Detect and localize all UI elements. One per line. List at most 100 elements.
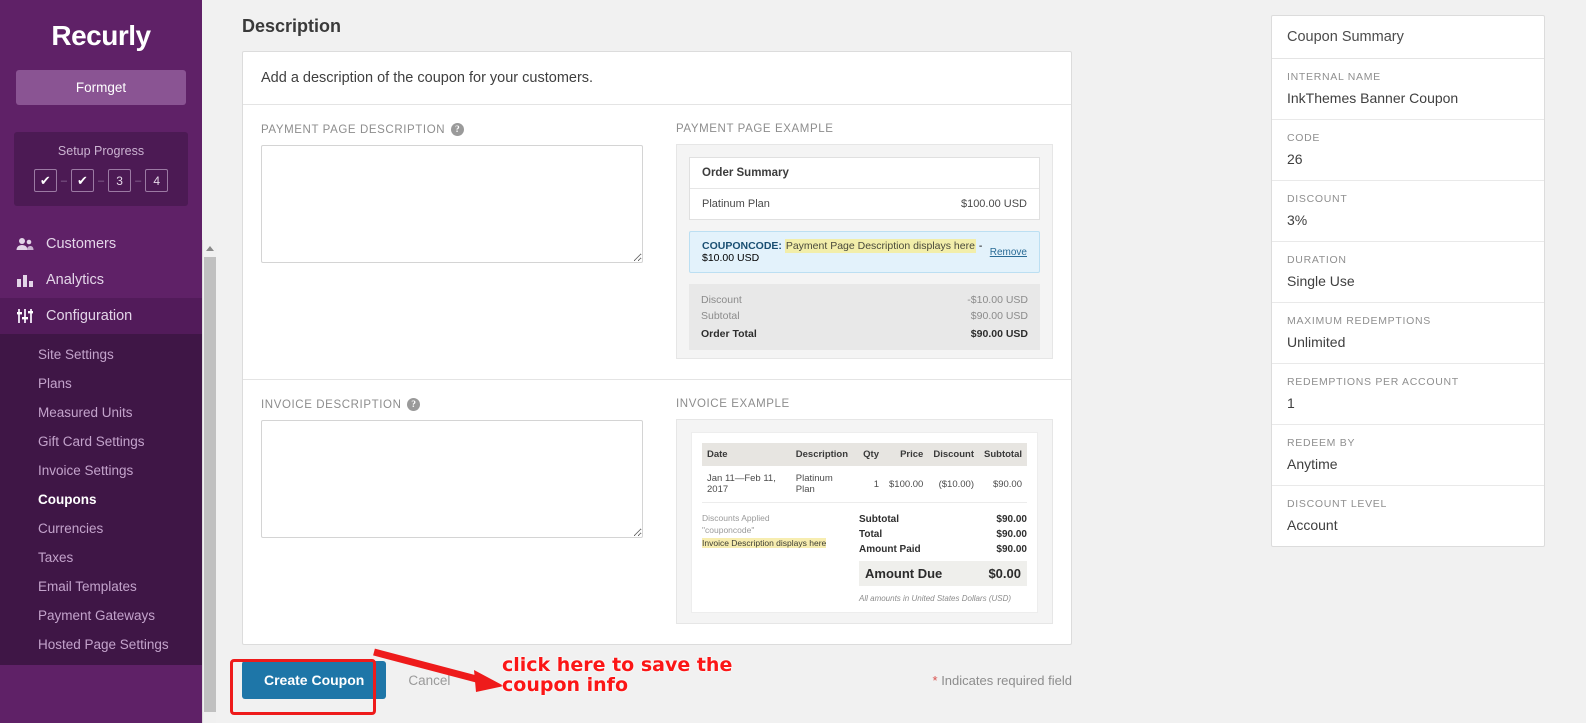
setup-step-1[interactable]: ✔	[33, 169, 57, 192]
sidebar-item-label: Analytics	[46, 272, 105, 288]
sidebar-item-coupons[interactable]: Coupons	[0, 485, 202, 514]
sidebar-item-site-settings[interactable]: Site Settings	[0, 340, 202, 369]
payment-page-preview: Order Summary Platinum Plan $100.00 USD …	[676, 144, 1053, 359]
sidebar-item-email-templates[interactable]: Email Templates	[0, 572, 202, 601]
summary-row-discount-level: DISCOUNT LEVEL Account	[1272, 486, 1544, 546]
help-icon[interactable]: ?	[451, 123, 465, 136]
setup-step-4[interactable]: 4	[145, 169, 169, 192]
setup-progress-steps: ✔ – ✔ – 3 – 4	[22, 169, 180, 192]
summary-row-redemptions-per-account: REDEMPTIONS PER ACCOUNT 1	[1272, 364, 1544, 425]
summary-value: 3%	[1287, 212, 1308, 228]
total-row-order-total: Order Total $90.00 USD	[701, 324, 1028, 342]
payment-example-column: PAYMENT PAGE EXAMPLE Order Summary Plati…	[676, 123, 1053, 359]
step-separator: –	[135, 174, 142, 187]
summary-row-code: CODE 26	[1272, 120, 1544, 181]
total-label: Amount Paid	[859, 544, 921, 555]
help-icon[interactable]: ?	[407, 398, 421, 411]
summary-row-discount: DISCOUNT 3%	[1272, 181, 1544, 242]
sidebar-item-measured-units[interactable]: Measured Units	[0, 398, 202, 427]
summary-label: MAXIMUM REDEMPTIONS	[1287, 315, 1431, 327]
invoice-example-column: INVOICE EXAMPLE Date Description Qty Pri…	[676, 398, 1053, 624]
summary-label: INTERNAL NAME	[1287, 71, 1381, 83]
total-label: Total	[859, 529, 883, 540]
summary-value: 26	[1287, 151, 1303, 167]
order-plan-price: $100.00 USD	[960, 198, 1027, 210]
sidebar-item-plans[interactable]: Plans	[0, 369, 202, 398]
summary-value: 1	[1287, 395, 1295, 411]
total-row-discount: Discount -$10.00 USD	[701, 292, 1028, 308]
create-coupon-button[interactable]: Create Coupon	[242, 661, 387, 699]
summary-label: DISCOUNT	[1287, 193, 1348, 205]
sidebar-item-customers[interactable]: Customers	[0, 226, 202, 262]
invoice-col-date: Date	[702, 443, 791, 466]
setup-progress-title: Setup Progress	[57, 144, 145, 158]
sidebar-item-hosted-page-settings[interactable]: Hosted Page Settings	[0, 630, 202, 659]
form-actions: Create Coupon Cancel * Indicates require…	[242, 661, 1072, 699]
people-icon	[14, 236, 36, 252]
invoice-example-label: INVOICE EXAMPLE	[676, 398, 790, 410]
order-summary-title: Order Summary	[690, 158, 1039, 189]
setup-step-3[interactable]: 3	[108, 169, 132, 192]
setup-step-2[interactable]: ✔	[70, 169, 94, 192]
organization-button[interactable]: Formget	[16, 70, 186, 105]
amount-due-label: Amount Due	[865, 566, 943, 581]
app-root: Recurly Formget Setup Progress ✔ – ✔ – 3…	[0, 0, 1586, 723]
invoice-amount-due: Amount Due $0.00	[859, 561, 1027, 586]
primary-nav: Customers Analytics Configuration	[0, 226, 202, 334]
sidebar-item-gift-card-settings[interactable]: Gift Card Settings	[0, 427, 202, 456]
total-label: Subtotal	[701, 310, 740, 322]
summary-label: REDEEM BY	[1287, 437, 1356, 449]
cell-description: Platinum Plan	[790, 466, 859, 503]
total-value: $90.00 USD	[970, 310, 1028, 322]
coupon-description-highlight: Payment Page Description displays here	[784, 239, 976, 253]
order-summary-box: Order Summary Platinum Plan $100.00 USD	[689, 157, 1040, 220]
cell-qty: 1	[858, 466, 884, 503]
sidebar-item-currencies[interactable]: Currencies	[0, 514, 202, 543]
invoice-description-field: INVOICE DESCRIPTION ?	[261, 398, 676, 624]
discounts-code: "couponcode"	[702, 525, 755, 536]
summary-value: Account	[1287, 517, 1338, 533]
amount-due-value: $0.00	[988, 566, 1021, 581]
invoice-total-amount-paid: Amount Paid $90.00	[859, 542, 1027, 557]
total-label: Order Total	[701, 328, 757, 340]
invoice-preview: Date Description Qty Price Discount Subt…	[676, 419, 1053, 624]
total-label: Subtotal	[859, 514, 899, 525]
invoice-col-subtotal: Subtotal	[978, 443, 1027, 466]
sidebar-item-taxes[interactable]: Taxes	[0, 543, 202, 572]
step-separator: –	[97, 174, 105, 187]
payment-description-input[interactable]	[261, 145, 643, 263]
cell-subtotal: $90.00	[978, 466, 1027, 503]
sidebar-item-invoice-settings[interactable]: Invoice Settings	[0, 456, 202, 485]
summary-value: Anytime	[1287, 456, 1338, 472]
invoice-inner: Date Description Qty Price Discount Subt…	[691, 432, 1038, 614]
brand-logo: Recurly	[0, 0, 202, 60]
coupon-remove-link[interactable]: Remove	[990, 247, 1027, 258]
cell-date: Jan 11—Feb 11, 2017	[702, 466, 791, 503]
invoice-description-row: INVOICE DESCRIPTION ? INVOICE EXAMPLE Da…	[243, 379, 1071, 644]
invoice-col-discount: Discount	[928, 443, 979, 466]
invoice-description-highlight: Invoice Description displays here	[702, 537, 827, 548]
invoice-description-label: INVOICE DESCRIPTION ?	[261, 398, 656, 411]
sidebar-item-payment-gateways[interactable]: Payment Gateways	[0, 601, 202, 630]
sidebar-item-label: Configuration	[46, 308, 133, 324]
total-row-subtotal: Subtotal $90.00 USD	[701, 308, 1028, 324]
invoice-totals: Subtotal $90.00 Total $90.00 Amount Paid	[859, 512, 1027, 604]
payment-description-label-text: PAYMENT PAGE DESCRIPTION	[261, 123, 446, 136]
order-line-item: Platinum Plan $100.00 USD	[690, 189, 1039, 219]
order-plan-name: Platinum Plan	[702, 198, 770, 210]
sidebar-item-analytics[interactable]: Analytics	[0, 262, 202, 298]
invoice-col-price: Price	[884, 443, 929, 466]
cancel-button[interactable]: Cancel	[408, 673, 450, 688]
summary-value: InkThemes Banner Coupon	[1287, 90, 1459, 106]
total-value: -$10.00 USD	[967, 294, 1028, 306]
coupon-summary-panel: Coupon Summary INTERNAL NAME InkThemes B…	[1271, 15, 1545, 547]
description-card: Add a description of the coupon for your…	[242, 51, 1072, 645]
sidebar-item-label: Customers	[46, 236, 117, 252]
brand-name: Recurly	[51, 20, 151, 51]
coupon-code-label: COUPONCODE:	[702, 240, 782, 252]
cell-discount: ($10.00)	[928, 466, 979, 503]
sidebar-item-configuration[interactable]: Configuration	[0, 298, 202, 334]
configuration-subnav: Site Settings Plans Measured Units Gift …	[0, 334, 202, 665]
invoice-total-subtotal: Subtotal $90.00	[859, 512, 1027, 527]
invoice-description-input[interactable]	[261, 420, 643, 538]
